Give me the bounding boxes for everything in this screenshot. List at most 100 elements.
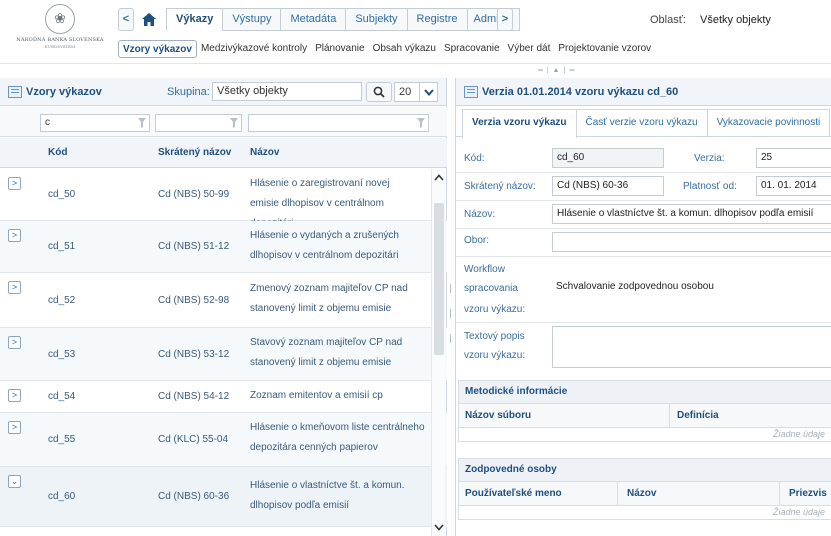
tabs-scroll-right-button[interactable]: > — [497, 8, 513, 31]
left-panel-title: Vzory výkazov — [26, 85, 102, 98]
template-version-panel: Verzia 01.01.2014 vzoru výkazu cd_60 Ver… — [455, 78, 831, 536]
chevron-down-icon — [419, 83, 437, 101]
logo-title: NÁRODNÁ BANKA SLOVENSKA — [16, 37, 104, 43]
expand-row-icon[interactable]: > — [8, 336, 21, 349]
valid-from-field[interactable]: 01. 01. 2014 — [756, 176, 831, 196]
expand-row-icon[interactable]: > — [8, 229, 21, 242]
column-header-file-name[interactable]: Názov súboru — [465, 410, 531, 421]
tab-cast-verzie[interactable]: Časť verzie vzoru výkazu — [576, 109, 708, 137]
right-panel-header: Verzia 01.01.2014 vzoru výkazu cd_60 — [456, 78, 831, 106]
table-row[interactable]: > cd_50 Cd (NBS) 50-99 Hlásenie o zaregi… — [0, 169, 447, 229]
tab-registre[interactable]: Registre — [406, 8, 467, 31]
scroll-down-icon[interactable] — [433, 521, 445, 533]
short-name-filter-input[interactable] — [155, 114, 242, 132]
subnav-projektovanie-vzorov[interactable]: Projektovanie vzorov — [554, 40, 655, 58]
home-icon — [142, 13, 156, 26]
name-field[interactable]: Hlásenie o vlastníctve št. a komun. dlho… — [552, 204, 831, 224]
table-row[interactable]: > cd_53 Cd (NBS) 53-12 Stavový zoznam ma… — [0, 328, 447, 381]
row-code: cd_51 — [48, 241, 76, 252]
methodic-info-title: Metodické informácie — [458, 380, 831, 404]
panel-icon — [464, 85, 478, 98]
area-label: Oblasť: — [650, 14, 686, 26]
area-select[interactable]: Všetky objekty — [700, 14, 771, 26]
row-name: Zmenový zoznam majiteľov CP nad stanoven… — [250, 283, 408, 314]
column-header-definition[interactable]: Definícia — [677, 410, 719, 421]
page-size-select[interactable]: 20 — [394, 82, 438, 102]
filter-icon — [138, 118, 146, 128]
column-header-username[interactable]: Používateľské meno — [465, 488, 562, 499]
description-textarea[interactable] — [552, 326, 831, 368]
table-row[interactable]: > cd_51 Cd (NBS) 51-12 Hlásenie o vydaný… — [0, 221, 447, 273]
responsible-persons-title: Zodpovedné osoby — [458, 458, 831, 482]
table-scrollbar[interactable] — [431, 169, 445, 536]
table-row-selected[interactable]: ⌄ cd_60 Cd (NBS) 60-36 Hlásenie o vlastn… — [0, 467, 447, 527]
search-button[interactable] — [366, 82, 392, 102]
column-header-code[interactable]: Kód — [48, 147, 67, 158]
subnav-planovanie[interactable]: Plánovanie — [311, 40, 368, 58]
tab-vystupy[interactable]: Výstupy — [222, 8, 281, 31]
subnav-spracovanie[interactable]: Spracovanie — [440, 40, 504, 58]
group-select[interactable]: Všetky objekty — [212, 82, 362, 101]
column-header-name[interactable]: Názov — [250, 147, 279, 158]
code-field[interactable]: cd_60 — [552, 148, 664, 168]
row-code: cd_55 — [48, 434, 76, 445]
tab-subjekty[interactable]: Subjekty — [345, 8, 407, 31]
subnav-obsah-vykazu[interactable]: Obsah výkazu — [369, 40, 440, 58]
row-name: Hlásenie o kmeňovom liste centrálneho de… — [250, 422, 425, 453]
table-row[interactable]: > cd_52 Cd (NBS) 52-98 Zmenový zoznam ma… — [0, 273, 447, 328]
row-code: cd_50 — [48, 189, 76, 200]
panel-icon — [8, 85, 22, 98]
tab-verzia-vzoru[interactable]: Verzia vzoru výkazu — [462, 109, 577, 138]
expand-row-icon[interactable]: > — [8, 281, 21, 294]
workflow-label-line2: spracovania — [464, 283, 518, 294]
responsible-persons-empty: Žiadne údaje — [458, 506, 831, 520]
filter-icon — [417, 118, 425, 128]
row-name: Hlásenie o vlastníctve št. a komun. dlho… — [250, 480, 405, 511]
expand-row-icon[interactable]: > — [8, 389, 21, 402]
workflow-label-line3: vzoru výkazu: — [464, 304, 526, 315]
scroll-up-icon[interactable] — [433, 171, 445, 183]
column-header-name[interactable]: Názov — [627, 488, 656, 499]
right-panel-title: Verzia 01.01.2014 vzoru výkazu cd_60 — [482, 85, 679, 98]
name-label: Názov: — [464, 209, 496, 220]
row-code: cd_60 — [48, 491, 76, 502]
page-size-value: 20 — [399, 86, 412, 98]
tabs-scroll-left-button[interactable]: < — [118, 8, 134, 31]
name-filter-input[interactable] — [248, 114, 429, 132]
version-field[interactable]: 25 — [756, 148, 831, 168]
responsible-persons-header: Používateľské meno Názov Priezvis — [458, 482, 831, 506]
bank-logo: ❀ NÁRODNÁ BANKA SLOVENSKA EUROSYSTÉM — [6, 4, 114, 60]
code-filter-input[interactable]: c — [40, 114, 150, 132]
panel-splitter[interactable] — [450, 284, 454, 359]
table-row[interactable]: > cd_54 Cd (NBS) 54-12 Zoznam emitentov … — [0, 381, 447, 413]
home-button[interactable] — [134, 8, 164, 31]
methodic-info-empty: Žiadne údaje — [458, 428, 831, 442]
subnav-vyber-dat[interactable]: Výber dát — [504, 40, 555, 58]
short-name-label: Skrátený názov: — [464, 181, 536, 192]
workflow-value: Schvalovanie zodpovednou osobou — [556, 281, 714, 292]
column-header-short-name[interactable]: Skrátený názov — [158, 147, 231, 158]
tab-vykazy[interactable]: Výkazy — [166, 8, 223, 31]
empty-state-text: Žiadne údaje — [772, 429, 825, 439]
tab-metadata[interactable]: Metadáta — [280, 8, 346, 31]
app-header: ❀ NÁRODNÁ BANKA SLOVENSKA EUROSYSTÉM < V… — [0, 0, 831, 64]
field-label: Obor: — [464, 235, 490, 246]
subnav-medzivykazove-kontroly[interactable]: Medzivýkazové kontroly — [197, 40, 311, 58]
splitter-grip[interactable]: ═ | ▲ | ═ — [538, 67, 575, 74]
subnav-vzory-vykazov[interactable]: Vzory výkazov — [118, 40, 197, 58]
filter-row: c — [0, 107, 447, 137]
short-name-field[interactable]: Cd (NBS) 60-36 — [552, 176, 664, 196]
expand-row-icon[interactable]: > — [8, 421, 21, 434]
column-header-surname[interactable]: Priezvis — [789, 488, 827, 499]
row-name: Stavový zoznam majiteľov CP nad stanoven… — [250, 337, 403, 368]
tab-vykazovacie-povinnosti[interactable]: Vykazovacie povinnosti — [707, 109, 831, 137]
expand-row-icon[interactable]: > — [8, 177, 21, 190]
methodic-info-header: Názov súboru Definícia — [458, 404, 831, 428]
collapse-row-icon[interactable]: ⌄ — [8, 475, 21, 488]
field-input[interactable] — [552, 232, 831, 252]
scrollbar-thumb[interactable] — [434, 203, 444, 355]
row-short-name: Cd (NBS) 60-36 — [158, 491, 230, 502]
row-code: cd_52 — [48, 295, 76, 306]
main-tabs: Výkazy Výstupy Metadáta Subjekty Registr… — [166, 8, 520, 31]
table-row[interactable]: > cd_55 Cd (KLC) 55-04 Hlásenie o kmeňov… — [0, 413, 447, 467]
